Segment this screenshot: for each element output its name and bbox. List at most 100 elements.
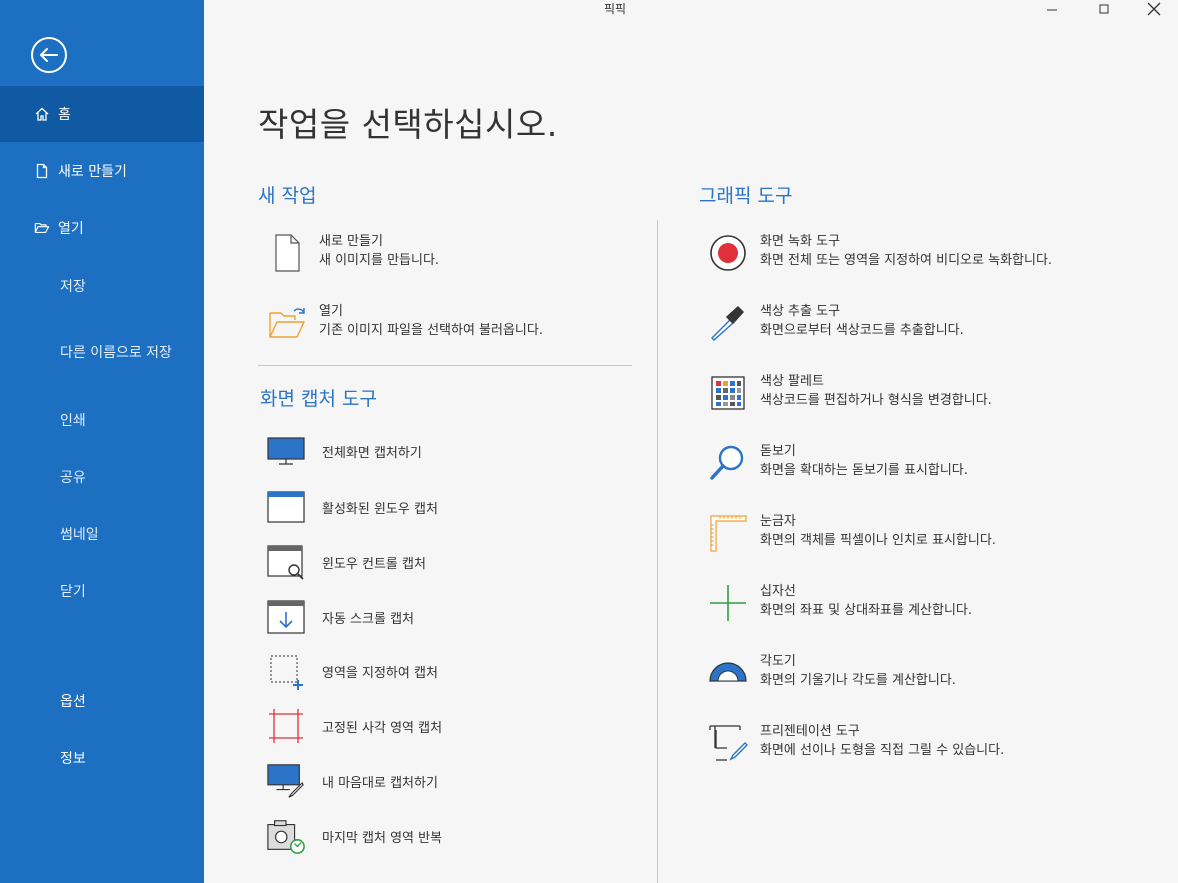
tool-presentation[interactable]: 프리젠테이션 도구 화면에 선이나 도형을 직접 그릴 수 있습니다. xyxy=(707,722,1004,764)
capture-label: 고정된 사각 영역 캡처 xyxy=(322,720,443,736)
tool-desc: 색상코드를 편집하거나 형식을 변경합니다. xyxy=(760,393,992,408)
minimize-icon[interactable] xyxy=(1034,0,1070,18)
new-file-icon xyxy=(34,163,50,179)
tool-desc: 화면의 좌표 및 상대좌표를 계산합니다. xyxy=(760,603,973,618)
capture-fixed-region[interactable]: 고정된 사각 영역 캡처 xyxy=(266,706,442,746)
magnifier-icon xyxy=(707,442,749,484)
blank-document-icon xyxy=(266,232,308,274)
sidebar-item-thumbnail[interactable]: 썸네일 xyxy=(0,506,204,562)
sidebar-item-print[interactable]: 인쇄 xyxy=(0,392,204,448)
task-desc: 기존 이미지 파일을 선택하여 불러옵니다. xyxy=(319,323,543,338)
protractor-icon xyxy=(707,652,749,694)
region-capture-icon xyxy=(266,651,306,691)
tool-name: 십자선 xyxy=(760,584,796,599)
record-icon xyxy=(707,232,749,274)
palette-icon xyxy=(707,372,749,414)
tool-ruler[interactable]: 눈금자 화면의 객체를 픽셀이나 인치로 표시합니다. xyxy=(707,512,996,554)
sidebar-item-save-as[interactable]: 다른 이름으로 저장 xyxy=(0,324,204,380)
tool-protractor[interactable]: 각도기 화면의 기울기나 각도를 계산합니다. xyxy=(707,652,956,694)
tool-name: 프리젠테이션 도구 xyxy=(760,724,860,739)
tool-crosshair[interactable]: 십자선 화면의 좌표 및 상대좌표를 계산합니다. xyxy=(707,582,972,624)
sidebar-item-label: 옵션 xyxy=(60,694,86,710)
task-open-image[interactable]: 열기 기존 이미지 파일을 선택하여 불러옵니다. xyxy=(266,302,543,344)
fixed-region-icon xyxy=(266,706,306,746)
maximize-icon[interactable] xyxy=(1086,0,1122,18)
tool-color-palette[interactable]: 색상 팔레트 색상코드를 편집하거나 형식을 변경합니다. xyxy=(707,372,992,414)
freehand-capture-icon xyxy=(266,761,306,801)
crosshair-icon xyxy=(707,582,749,624)
tool-desc: 화면 전체 또는 영역을 지정하여 비디오로 녹화합니다. xyxy=(760,253,1053,268)
sidebar: 홈 새로 만들기 열기 저장 다른 이름으로 저장 인쇄 공유 썸네일 닫기 옵… xyxy=(0,0,204,883)
section-divider xyxy=(258,365,632,366)
open-folder-icon xyxy=(266,302,308,344)
window-title: 픽픽 xyxy=(604,2,627,16)
tool-name: 화면 녹화 도구 xyxy=(760,234,841,249)
sidebar-item-about[interactable]: 정보 xyxy=(0,730,204,786)
capture-label: 윈도우 컨트롤 캡처 xyxy=(322,556,426,572)
capture-window-control[interactable]: 윈도우 컨트롤 캡처 xyxy=(266,542,426,582)
repeat-capture-icon xyxy=(266,816,306,856)
sidebar-item-save[interactable]: 저장 xyxy=(0,258,204,314)
sidebar-item-new[interactable]: 새로 만들기 xyxy=(0,143,204,199)
capture-label: 자동 스크롤 캡처 xyxy=(322,611,414,627)
close-icon[interactable] xyxy=(1136,0,1172,18)
home-icon xyxy=(34,106,50,122)
sidebar-item-label: 정보 xyxy=(60,751,86,767)
capture-active-window[interactable]: 활성화된 윈도우 캡처 xyxy=(266,487,438,527)
page-title: 작업을 선택하십시오. xyxy=(258,105,558,144)
section-title-capture: 화면 캡처 도구 xyxy=(260,388,377,410)
tool-color-picker[interactable]: 색상 추출 도구 화면으로부터 색상코드를 추출합니다. xyxy=(707,302,964,344)
capture-region[interactable]: 영역을 지정하여 캡처 xyxy=(266,651,438,691)
task-new-image[interactable]: 새로 만들기 새 이미지를 만듭니다. xyxy=(266,232,439,274)
capture-label: 내 마음대로 캡처하기 xyxy=(322,775,438,791)
sidebar-item-share[interactable]: 공유 xyxy=(0,449,204,505)
tool-name: 색상 팔레트 xyxy=(760,374,824,389)
window-control-icon xyxy=(266,542,306,582)
sidebar-item-label: 홈 xyxy=(58,107,71,123)
tool-screen-record[interactable]: 화면 녹화 도구 화면 전체 또는 영역을 지정하여 비디오로 녹화합니다. xyxy=(707,232,1052,274)
capture-label: 전체화면 캡처하기 xyxy=(322,445,422,461)
sidebar-item-options[interactable]: 옵션 xyxy=(0,673,204,729)
capture-fullscreen[interactable]: 전체화면 캡처하기 xyxy=(266,431,422,471)
scroll-capture-icon xyxy=(266,597,306,637)
sidebar-item-label: 썸네일 xyxy=(60,527,99,543)
sidebar-item-label: 저장 xyxy=(60,279,86,295)
section-title-graphic: 그래픽 도구 xyxy=(699,185,793,207)
eyedropper-icon xyxy=(707,302,749,344)
capture-auto-scroll[interactable]: 자동 스크롤 캡처 xyxy=(266,597,414,637)
monitor-icon xyxy=(266,431,306,471)
sidebar-item-label: 새로 만들기 xyxy=(58,164,127,180)
ruler-icon xyxy=(707,512,749,554)
tool-name: 각도기 xyxy=(760,654,796,669)
window-icon xyxy=(266,487,306,527)
tool-magnifier[interactable]: 돋보기 화면을 확대하는 돋보기를 표시합니다. xyxy=(707,442,968,484)
tool-desc: 화면으로부터 색상코드를 추출합니다. xyxy=(760,323,964,338)
task-name: 열기 xyxy=(319,304,343,319)
tool-desc: 화면의 객체를 픽셀이나 인치로 표시합니다. xyxy=(760,533,996,548)
column-divider xyxy=(657,220,658,883)
capture-label: 활성화된 윈도우 캡처 xyxy=(322,501,438,517)
section-title-new-task: 새 작업 xyxy=(258,185,317,207)
sidebar-item-label: 다른 이름으로 저장 xyxy=(60,345,172,361)
tool-name: 색상 추출 도구 xyxy=(760,304,841,319)
tool-desc: 화면을 확대하는 돋보기를 표시합니다. xyxy=(760,463,968,478)
tool-name: 돋보기 xyxy=(760,444,796,459)
tool-desc: 화면의 기울기나 각도를 계산합니다. xyxy=(760,673,956,688)
presentation-icon xyxy=(707,722,749,764)
capture-freehand[interactable]: 내 마음대로 캡처하기 xyxy=(266,761,438,801)
sidebar-item-label: 공유 xyxy=(60,470,86,486)
sidebar-item-label: 인쇄 xyxy=(60,413,86,429)
sidebar-item-home[interactable]: 홈 xyxy=(0,86,204,142)
capture-label: 마지막 캡처 영역 반복 xyxy=(322,830,443,846)
tool-name: 눈금자 xyxy=(760,514,796,529)
sidebar-item-label: 열기 xyxy=(58,221,84,237)
sidebar-item-close[interactable]: 닫기 xyxy=(0,563,204,619)
back-arrow-icon[interactable] xyxy=(28,34,70,76)
capture-label: 영역을 지정하여 캡처 xyxy=(322,665,438,681)
tool-desc: 화면에 선이나 도형을 직접 그릴 수 있습니다. xyxy=(760,743,1005,758)
task-name: 새로 만들기 xyxy=(319,234,383,249)
capture-repeat-last[interactable]: 마지막 캡처 영역 반복 xyxy=(266,816,442,856)
sidebar-item-label: 닫기 xyxy=(60,584,86,600)
open-folder-icon xyxy=(34,220,50,236)
sidebar-item-open[interactable]: 열기 xyxy=(0,200,204,256)
